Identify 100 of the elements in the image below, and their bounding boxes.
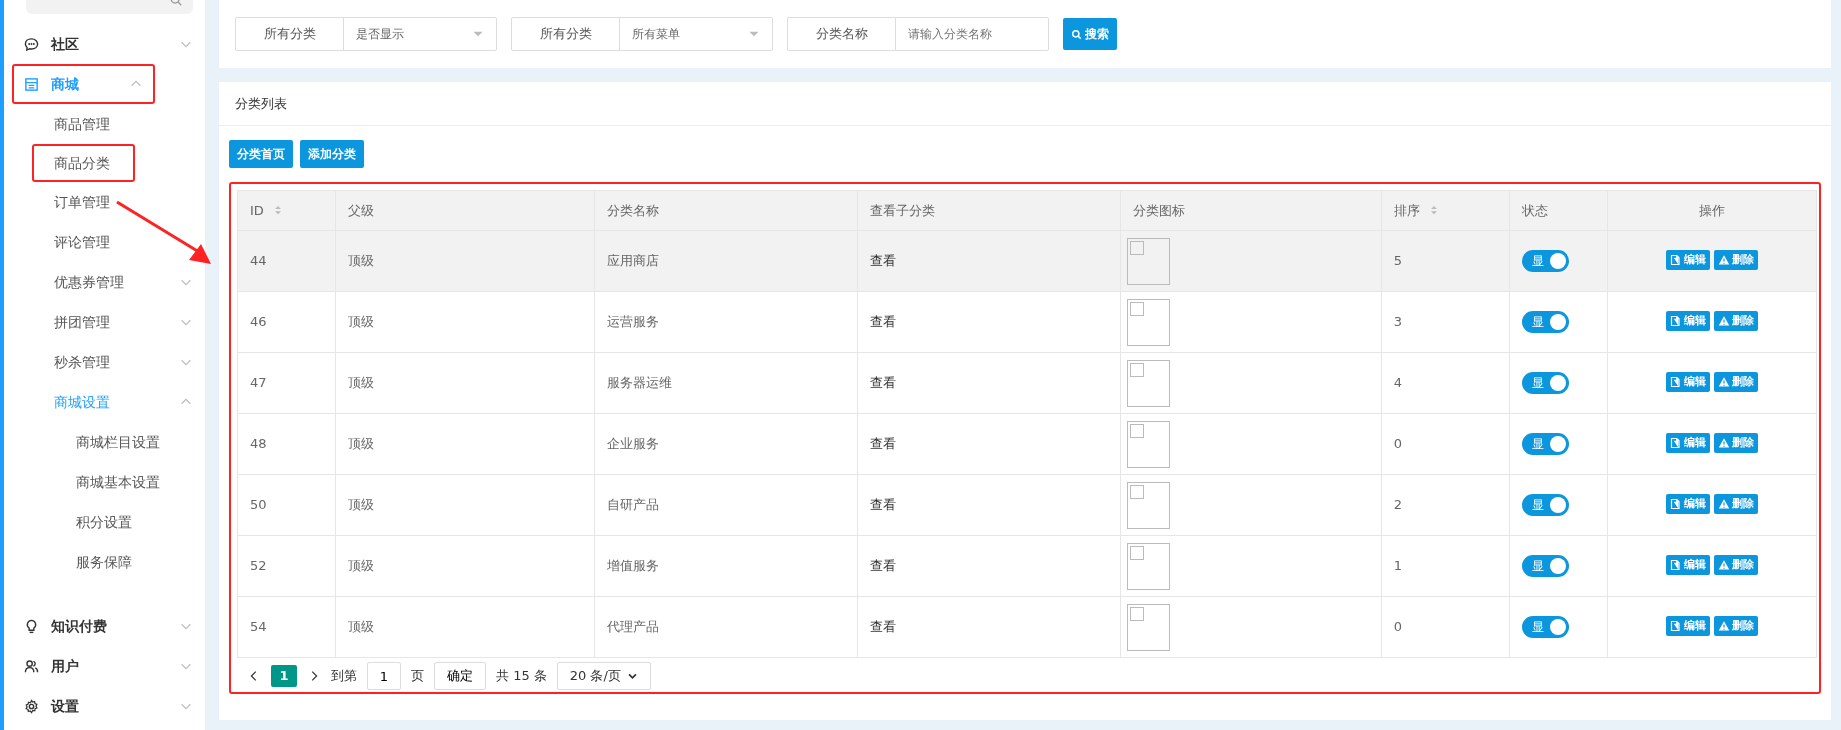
page-number[interactable]: 1 [271,665,297,687]
table-cell: 0 [1381,413,1510,475]
table-cell: 顶级 [335,474,595,536]
table-cell: 顶级 [335,535,595,597]
sidebar-item[interactable]: 评论管理 [4,222,205,262]
sidebar-item[interactable]: 知识付费 [4,606,205,646]
table-cell: 50 [237,474,336,536]
sidebar-item[interactable]: 用户 [4,646,205,686]
sidebar-item[interactable]: 拼团管理 [4,302,205,342]
search-icon [1071,28,1082,40]
search-button[interactable]: 搜索 [1063,18,1118,50]
status-toggle[interactable]: 显 [1522,555,1570,577]
action-button[interactable]: 添加分类 [299,140,364,168]
status-toggle[interactable]: 显 [1522,433,1570,455]
table-cell: 3 [1381,291,1510,353]
broken-image-icon [1127,481,1171,529]
page-unit-label: 页 [411,667,424,686]
delete-button[interactable]: 删除 [1713,494,1758,515]
status-toggle[interactable]: 显 [1522,494,1570,516]
confirm-button[interactable]: 确定 [434,662,486,690]
table-cell: 顶级 [335,413,595,475]
status-toggle[interactable]: 显 [1522,372,1570,394]
edit-button[interactable]: 编辑 [1666,250,1711,271]
sidebar-item[interactable]: 商城 [12,64,155,104]
sidebar-item[interactable]: 商品分类 [32,144,135,182]
delete-button[interactable]: 删除 [1713,372,1758,393]
delete-button[interactable]: 删除 [1713,555,1758,576]
copy-icon [1670,498,1683,511]
status-toggle[interactable]: 显 [1522,250,1570,272]
warning-icon [1717,559,1730,572]
view-link[interactable]: 查看 [870,314,897,330]
table-cell: 代理产品 [594,596,858,658]
table-cell: 自研产品 [594,474,858,536]
edit-button[interactable]: 编辑 [1666,494,1711,515]
broken-image-icon [1127,603,1171,651]
action-button[interactable]: 分类首页 [229,140,293,168]
view-link[interactable]: 查看 [870,375,897,391]
edit-button[interactable]: 编辑 [1666,555,1711,576]
delete-button[interactable]: 删除 [1713,250,1758,271]
column-header[interactable]: 排序 [1381,190,1510,231]
sidebar-item[interactable]: 商品管理 [4,104,205,144]
copy-icon [1670,376,1683,389]
table-cell: 4 [1381,352,1510,414]
table-cell: 0 [1381,596,1510,658]
column-header[interactable]: ID [237,190,336,231]
edit-button[interactable]: 编辑 [1666,433,1711,454]
warning-icon [1717,254,1730,267]
view-link[interactable]: 查看 [870,253,897,269]
sidebar-item[interactable]: 秒杀管理 [4,342,205,382]
status-toggle[interactable]: 显 [1522,311,1570,333]
sidebar-item[interactable]: 优惠券管理 [4,262,205,302]
column-header: 查看子分类 [857,190,1121,231]
delete-button[interactable]: 删除 [1713,433,1758,454]
table-cell: 服务器运维 [594,352,858,414]
edit-button[interactable]: 编辑 [1666,372,1711,393]
edit-button[interactable]: 编辑 [1666,311,1711,332]
warning-icon [1717,620,1730,633]
column-header: 分类名称 [594,190,858,231]
delete-button[interactable]: 删除 [1713,311,1758,332]
column-header: 状态 [1509,190,1608,231]
store-icon [24,76,39,92]
sidebar-item[interactable]: 商城基本设置 [4,462,205,502]
delete-button[interactable]: 删除 [1713,616,1758,637]
copy-icon [1670,559,1683,572]
warning-icon [1717,376,1730,389]
table-cell: 1 [1381,535,1510,597]
table-cell: 47 [237,352,336,414]
warning-icon [1717,437,1730,450]
sidebar-item[interactable]: 商城栏目设置 [4,422,205,462]
sidebar-item[interactable]: 积分设置 [4,502,205,542]
settings-icon [24,698,39,714]
sidebar-item[interactable]: 社区 [4,24,205,64]
chat-bubble-icon [24,36,39,52]
table-cell: 顶级 [335,291,595,353]
view-link[interactable]: 查看 [870,619,897,635]
table-cell: 应用商店 [594,230,858,292]
view-link[interactable]: 查看 [870,497,897,513]
table-cell: 顶级 [335,352,595,414]
total-count: 共 15 条 [496,667,547,686]
view-link[interactable]: 查看 [870,558,897,574]
table-cell: 增值服务 [594,535,858,597]
goto-label: 到第 [331,667,357,686]
page-size-select[interactable]: 20 条/页 [556,662,652,690]
sidebar-item[interactable]: 设置 [4,686,205,726]
sidebar-item[interactable]: 订单管理 [4,182,205,222]
sidebar-item[interactable]: 服务保障 [4,542,205,582]
table-cell: 运营服务 [594,291,858,353]
copy-icon [1670,315,1683,328]
table-cell: 顶级 [335,596,595,658]
edit-button[interactable]: 编辑 [1666,616,1711,637]
input-field[interactable]: 请输入分类名称 [895,17,1049,51]
page-input[interactable]: 1 [367,662,401,690]
table-cell: 企业服务 [594,413,858,475]
view-link[interactable]: 查看 [870,436,897,452]
sidebar-item[interactable]: 商城设置 [4,382,205,422]
broken-image-icon [1127,420,1171,468]
broken-image-icon [1127,542,1171,590]
users-icon [24,658,39,674]
column-header: 父级 [335,190,595,231]
status-toggle[interactable]: 显 [1522,616,1570,638]
